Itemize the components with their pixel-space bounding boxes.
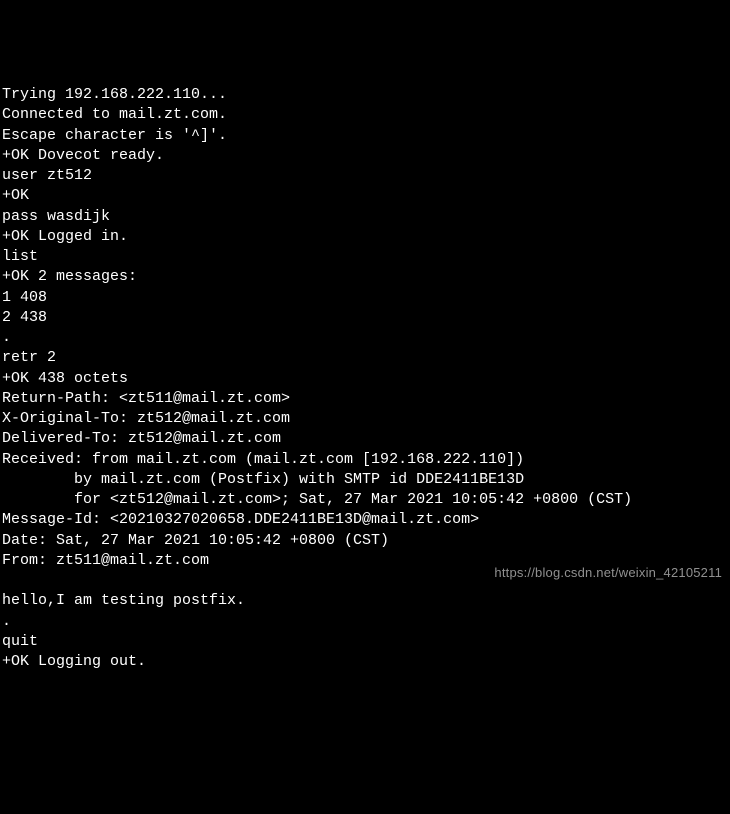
terminal-output: Trying 192.168.222.110... Connected to m… — [2, 85, 728, 672]
watermark-text: https://blog.csdn.net/weixin_42105211 — [494, 564, 722, 582]
